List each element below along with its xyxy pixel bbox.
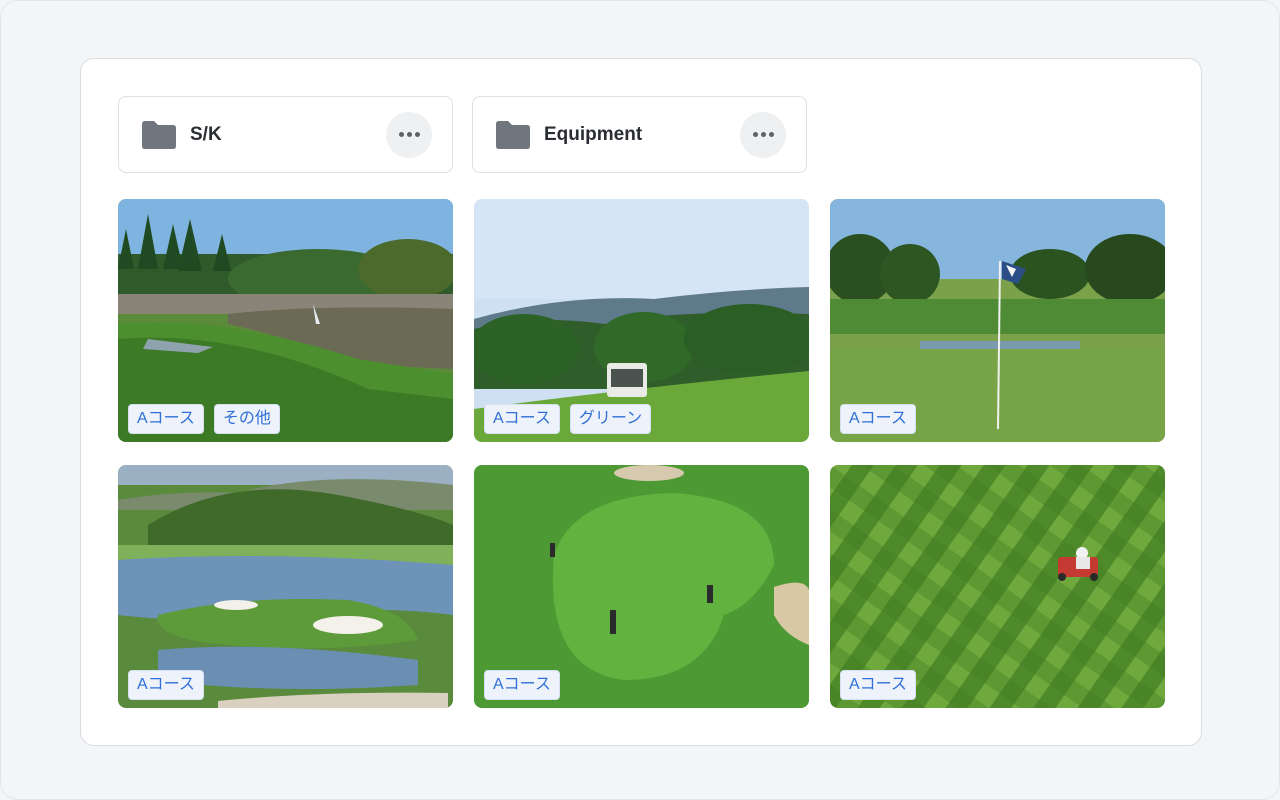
tag-badge[interactable]: グリーン <box>569 404 652 434</box>
tag-list: Aコース <box>840 404 916 434</box>
more-icon-dot <box>414 132 420 137</box>
photo-grid: Aコース その他 Aコース グリーン Aコース Aコース Aコース Aコース <box>118 199 1165 708</box>
photo-card[interactable]: Aコース グリーン <box>474 199 809 442</box>
photo-card[interactable]: Aコース <box>830 199 1165 442</box>
folder-icon <box>495 120 531 150</box>
tag-badge[interactable]: Aコース <box>128 404 204 434</box>
more-icon <box>398 132 404 137</box>
photo-card[interactable]: Aコース その他 <box>118 199 453 442</box>
photo-card[interactable]: Aコース <box>474 465 809 708</box>
more-icon <box>752 132 758 137</box>
more-options-button[interactable] <box>740 111 786 158</box>
photo-card[interactable]: Aコース <box>830 465 1165 708</box>
photo-card[interactable]: Aコース <box>118 465 453 708</box>
folder-icon <box>141 120 177 150</box>
more-icon-dot <box>760 132 766 137</box>
tag-badge[interactable]: Aコース <box>840 670 916 700</box>
tag-list: Aコース その他 <box>128 404 280 434</box>
tag-list: Aコース <box>840 670 916 700</box>
folder-name: Equipment <box>544 123 643 145</box>
app-window: S/K Equipment Aコース その他 Aコース グリーン Aコース Aコ… <box>0 0 1280 800</box>
more-icon-dot <box>768 132 774 137</box>
media-library-panel: S/K Equipment Aコース その他 Aコース グリーン Aコース Aコ… <box>80 58 1202 746</box>
more-icon-dot <box>406 132 412 137</box>
tag-badge[interactable]: Aコース <box>484 670 560 700</box>
tag-list: Aコース <box>128 670 204 700</box>
tag-list: Aコース <box>484 670 560 700</box>
tag-badge[interactable]: Aコース <box>484 404 560 434</box>
tag-badge[interactable]: その他 <box>213 404 280 434</box>
more-options-button[interactable] <box>386 111 432 158</box>
folder-list: S/K Equipment <box>118 96 807 173</box>
tag-badge[interactable]: Aコース <box>128 670 204 700</box>
folder-card-equipment[interactable]: Equipment <box>472 96 807 173</box>
tag-badge[interactable]: Aコース <box>840 404 916 434</box>
tag-list: Aコース グリーン <box>484 404 652 434</box>
folder-card-sk[interactable]: S/K <box>118 96 453 173</box>
folder-name: S/K <box>190 123 222 145</box>
